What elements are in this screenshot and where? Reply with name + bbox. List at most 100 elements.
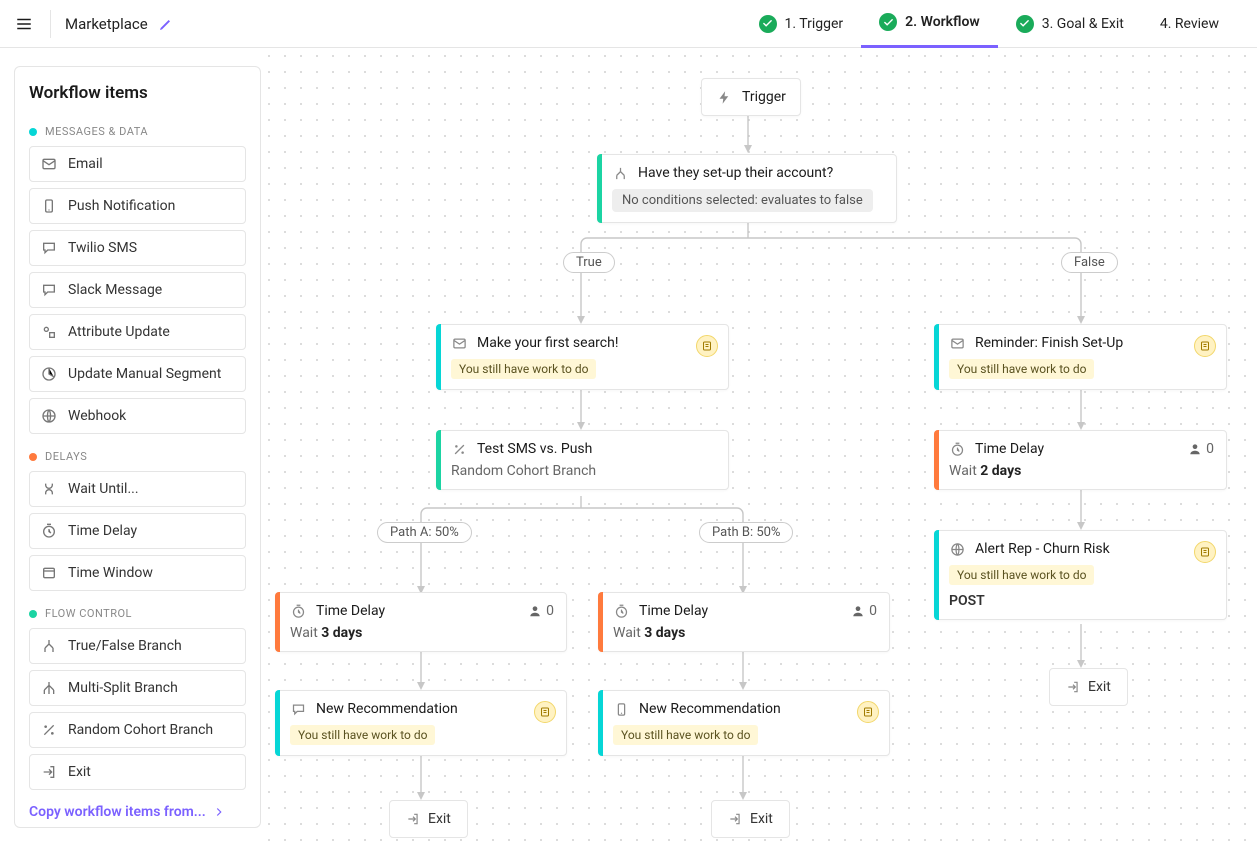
step-trigger[interactable]: 1. Trigger bbox=[741, 0, 862, 48]
branch-true-label: True bbox=[563, 252, 615, 273]
timer-icon bbox=[40, 522, 58, 540]
copy-workflow-link[interactable]: Copy workflow items from... bbox=[29, 796, 246, 820]
step-goal-exit[interactable]: 3. Goal & Exit bbox=[998, 0, 1142, 48]
item-twilio-sms[interactable]: Twilio SMS bbox=[29, 230, 246, 266]
note-icon[interactable] bbox=[696, 335, 718, 357]
node-title: Time Delay bbox=[316, 603, 385, 619]
item-true-false-branch[interactable]: True/False Branch bbox=[29, 628, 246, 664]
exit-node-false[interactable]: Exit bbox=[1049, 668, 1128, 706]
participant-count: 0 bbox=[528, 603, 554, 619]
edit-title-icon[interactable] bbox=[158, 16, 174, 32]
work-tag: You still have work to do bbox=[613, 725, 758, 745]
work-tag: You still have work to do bbox=[451, 359, 596, 379]
push-node-rec-b[interactable]: New Recommendation You still have work t… bbox=[598, 690, 890, 756]
exit-icon bbox=[728, 812, 742, 826]
note-icon[interactable] bbox=[534, 701, 556, 723]
item-label: Time Window bbox=[68, 565, 153, 581]
wait-text: Wait 3 days bbox=[290, 625, 552, 641]
node-title: New Recommendation bbox=[316, 701, 458, 717]
exit-node-b[interactable]: Exit bbox=[711, 800, 790, 838]
group-label: MESSAGES & DATA bbox=[45, 125, 148, 138]
attribute-icon bbox=[40, 323, 58, 341]
chevron-right-icon bbox=[212, 805, 226, 819]
exit-icon bbox=[406, 812, 420, 826]
work-tag: You still have work to do bbox=[290, 725, 435, 745]
item-label: Random Cohort Branch bbox=[68, 722, 213, 738]
wait-icon bbox=[40, 480, 58, 498]
item-wait-until[interactable]: Wait Until... bbox=[29, 471, 246, 507]
wizard-steps: 1. Trigger 2. Workflow 3. Goal & Exit 4.… bbox=[741, 0, 1237, 48]
delay-node-b[interactable]: 0 Time Delay Wait 3 days bbox=[598, 592, 890, 652]
globe-icon bbox=[40, 407, 58, 425]
split-icon bbox=[40, 637, 58, 655]
node-title: Reminder: Finish Set-Up bbox=[975, 335, 1123, 351]
trigger-node[interactable]: Trigger bbox=[701, 78, 801, 116]
condition-status: No conditions selected: evaluates to fal… bbox=[612, 189, 873, 212]
node-title: Time Delay bbox=[975, 441, 1044, 457]
item-update-segment[interactable]: Update Manual Segment bbox=[29, 356, 246, 392]
item-label: Time Delay bbox=[68, 523, 137, 539]
item-time-delay[interactable]: Time Delay bbox=[29, 513, 246, 549]
node-title: Test SMS vs. Push bbox=[477, 441, 592, 457]
email-node-false[interactable]: Reminder: Finish Set-Up You still have w… bbox=[934, 324, 1227, 390]
mail-icon bbox=[949, 335, 965, 351]
item-email[interactable]: Email bbox=[29, 146, 246, 182]
path-a-label: Path A: 50% bbox=[377, 522, 472, 543]
window-icon bbox=[40, 564, 58, 582]
path-b-label: Path B: 50% bbox=[699, 522, 793, 543]
note-icon[interactable] bbox=[1194, 541, 1216, 563]
sms-node-rec-a[interactable]: New Recommendation You still have work t… bbox=[275, 690, 567, 756]
delay-node-false[interactable]: 0 Time Delay Wait 2 days bbox=[934, 430, 1227, 490]
item-time-window[interactable]: Time Window bbox=[29, 555, 246, 591]
participant-count: 0 bbox=[851, 603, 877, 619]
phone-icon bbox=[613, 701, 629, 717]
divider bbox=[50, 10, 51, 38]
exit-node-a[interactable]: Exit bbox=[389, 800, 468, 838]
item-exit[interactable]: Exit bbox=[29, 754, 246, 790]
note-icon[interactable] bbox=[857, 701, 879, 723]
condition-node[interactable]: Have they set-up their account? No condi… bbox=[597, 154, 897, 223]
exit-label: Exit bbox=[750, 811, 773, 827]
segment-icon bbox=[40, 365, 58, 383]
node-title: Have they set-up their account? bbox=[638, 165, 833, 181]
exit-label: Exit bbox=[428, 811, 451, 827]
workflow-items-panel: Workflow items MESSAGES & DATA Email Pus… bbox=[14, 66, 261, 828]
item-attribute-update[interactable]: Attribute Update bbox=[29, 314, 246, 350]
group-flow-control: FLOW CONTROL bbox=[29, 607, 246, 620]
step-review[interactable]: 4. Review bbox=[1142, 0, 1237, 48]
timer-icon bbox=[613, 603, 629, 619]
delay-node-a[interactable]: 0 Time Delay Wait 3 days bbox=[275, 592, 567, 652]
step-workflow[interactable]: 2. Workflow bbox=[861, 0, 998, 48]
email-node-true[interactable]: Make your first search! You still have w… bbox=[436, 324, 729, 390]
node-title: New Recommendation bbox=[639, 701, 781, 717]
item-label: Push Notification bbox=[68, 198, 175, 214]
bolt-icon bbox=[716, 89, 732, 105]
step-label: 3. Goal & Exit bbox=[1042, 16, 1124, 32]
random-icon bbox=[451, 441, 467, 457]
item-random-cohort[interactable]: Random Cohort Branch bbox=[29, 712, 246, 748]
item-label: Update Manual Segment bbox=[68, 366, 221, 382]
branch-false-label: False bbox=[1061, 252, 1118, 273]
node-subtitle: Random Cohort Branch bbox=[451, 463, 714, 479]
item-multi-split[interactable]: Multi-Split Branch bbox=[29, 670, 246, 706]
step-label: 1. Trigger bbox=[785, 16, 844, 32]
timer-icon bbox=[290, 603, 306, 619]
item-label: Webhook bbox=[68, 408, 126, 424]
workflow-canvas[interactable]: Trigger Have they set-up their account? … bbox=[261, 48, 1257, 846]
node-title: Time Delay bbox=[639, 603, 708, 619]
node-title: Make your first search! bbox=[477, 335, 618, 351]
random-cohort-node[interactable]: Test SMS vs. Push Random Cohort Branch bbox=[436, 430, 729, 490]
item-webhook[interactable]: Webhook bbox=[29, 398, 246, 434]
wait-text: Wait 2 days bbox=[949, 463, 1212, 479]
group-delays: DELAYS bbox=[29, 450, 246, 463]
check-icon bbox=[1016, 15, 1034, 33]
wait-text: Wait 3 days bbox=[613, 625, 875, 641]
item-push[interactable]: Push Notification bbox=[29, 188, 246, 224]
note-icon[interactable] bbox=[1194, 335, 1216, 357]
webhook-node[interactable]: Alert Rep - Churn Risk You still have wo… bbox=[934, 530, 1227, 620]
link-label: Copy workflow items from... bbox=[29, 804, 206, 820]
menu-icon[interactable] bbox=[12, 12, 36, 36]
item-label: Exit bbox=[68, 764, 91, 780]
split-icon bbox=[612, 165, 628, 181]
item-slack[interactable]: Slack Message bbox=[29, 272, 246, 308]
